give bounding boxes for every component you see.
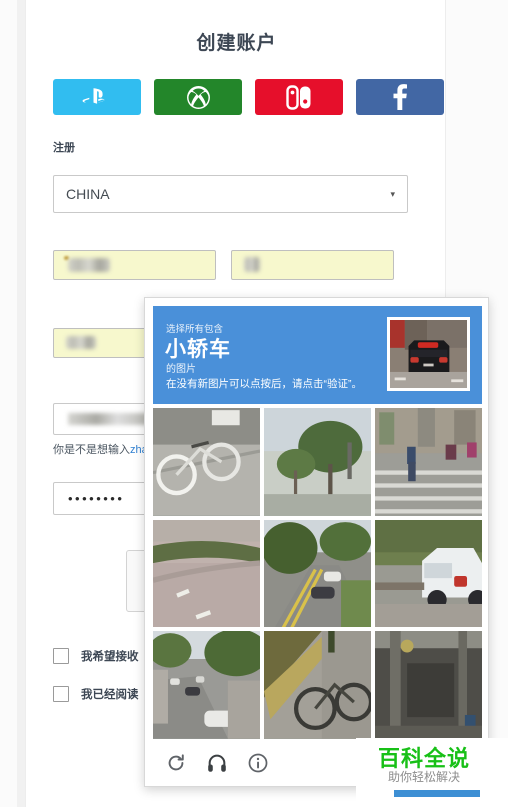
- register-label: 注册: [53, 142, 75, 154]
- redacted-value: [68, 258, 110, 272]
- terms-checkbox-row[interactable]: 我已经阅读: [53, 686, 139, 702]
- page-background-edge: [17, 0, 25, 807]
- page-background-left: [0, 0, 17, 807]
- recaptcha-tile-7[interactable]: [153, 631, 260, 739]
- recaptcha-tile-9[interactable]: [375, 631, 482, 739]
- facebook-login-button[interactable]: [356, 79, 444, 115]
- newsletter-checkbox-label: 我希望接收: [81, 651, 139, 663]
- newsletter-checkbox-row[interactable]: 我希望接收: [53, 648, 139, 664]
- recaptcha-tile-5[interactable]: [264, 519, 371, 628]
- site-watermark: 百科全说 助你轻松解决: [356, 738, 508, 807]
- nintendo-switch-icon: [286, 84, 312, 110]
- playstation-login-button[interactable]: [53, 79, 141, 115]
- screenshot-root: 创建账户 注册 CHINA ▾ 你是不是想输入zha •••••••• 我希望接…: [0, 0, 508, 807]
- redacted-value: [68, 413, 150, 425]
- recaptcha-target-object: 小轿车: [165, 338, 231, 361]
- nintendo-switch-login-button[interactable]: [255, 79, 343, 115]
- recaptcha-challenge-dialog: 选择所有包含 小轿车 的图片 在没有新图片可以点按后，请点击“验证”。: [144, 297, 489, 787]
- last-name-input[interactable]: [231, 250, 394, 280]
- country-select[interactable]: CHINA ▾: [53, 175, 408, 213]
- xbox-icon: [186, 85, 211, 110]
- recaptcha-tile-6[interactable]: [375, 519, 482, 628]
- reload-icon[interactable]: [165, 752, 187, 774]
- recaptcha-instruction-header: 选择所有包含 小轿车 的图片 在没有新图片可以点按后，请点击“验证”。: [153, 306, 482, 404]
- recaptcha-tile-2[interactable]: [264, 408, 371, 516]
- recaptcha-tile-4[interactable]: [153, 519, 260, 628]
- recaptcha-example-thumbnail: [387, 317, 470, 391]
- redacted-value: [66, 336, 96, 349]
- info-icon[interactable]: [247, 752, 269, 774]
- page-title: 创建账户: [196, 33, 277, 54]
- terms-checkbox[interactable]: [53, 686, 69, 702]
- xbox-login-button[interactable]: [154, 79, 242, 115]
- username-hint-prefix: 你是不是想输入: [53, 444, 130, 456]
- playstation-icon: [80, 86, 114, 108]
- redacted-value: [244, 257, 260, 272]
- terms-checkbox-label: 我已经阅读: [81, 689, 139, 701]
- watermark-bar: [394, 790, 480, 797]
- chevron-down-icon: ▾: [390, 188, 395, 199]
- recaptcha-instruction-note: 在没有新图片可以点按后，请点击“验证”。: [166, 378, 362, 390]
- recaptcha-instruction-suffix: 的图片: [166, 364, 196, 375]
- first-name-input[interactable]: [53, 250, 216, 280]
- newsletter-checkbox[interactable]: [53, 648, 69, 664]
- facebook-icon: [393, 84, 407, 110]
- watermark-subtitle: 助你轻松解决: [387, 770, 460, 784]
- social-login-row: [53, 79, 444, 115]
- password-masked-value: ••••••••: [68, 491, 125, 506]
- recaptcha-image-grid: [153, 408, 482, 739]
- username-hint: 你是不是想输入zha: [53, 441, 148, 457]
- country-select-value: CHINA: [66, 186, 110, 202]
- audio-icon[interactable]: [206, 752, 228, 774]
- recaptcha-tile-3[interactable]: [375, 408, 482, 516]
- recaptcha-tile-1[interactable]: [153, 408, 260, 516]
- recaptcha-tile-8[interactable]: [264, 631, 371, 739]
